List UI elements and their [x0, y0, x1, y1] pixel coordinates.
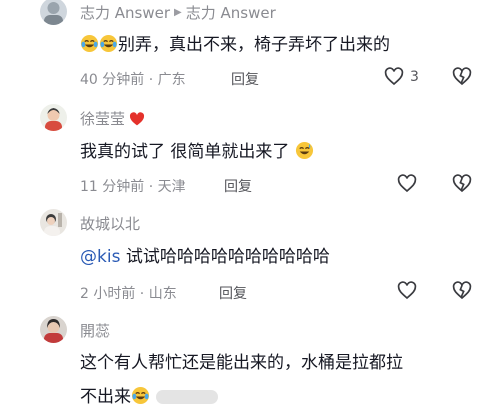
comment-text: @kis 试试哈哈哈哈哈哈哈哈哈哈 [80, 242, 330, 272]
user-mention[interactable]: @kis [80, 247, 120, 267]
comment-author[interactable]: 志力 Answer [80, 2, 170, 23]
comment-author-line: 故城以北 [80, 213, 140, 234]
like-count: 3 [410, 68, 419, 85]
comment-author[interactable]: 徐莹莹 [80, 108, 125, 129]
like-button[interactable] [397, 281, 417, 300]
red-heart-icon [129, 111, 145, 125]
comment-author[interactable]: 故城以北 [80, 213, 140, 234]
avatar[interactable] [40, 0, 67, 25]
comment-author-line: 開蕊 [80, 320, 110, 341]
blurred-watermark [156, 390, 218, 404]
comment-body: 试试哈哈哈哈哈哈哈哈哈哈 [120, 247, 330, 267]
comment-body-continued: 不出来 [80, 387, 131, 407]
meta-separator: · [144, 179, 158, 195]
dislike-button[interactable] [452, 174, 472, 197]
comment-author[interactable]: 開蕊 [80, 320, 110, 341]
avatar[interactable] [40, 209, 67, 236]
comment-body: 我真的试了 很简单就出来了 [80, 142, 290, 162]
reply-to-author[interactable]: 志力 Answer [186, 2, 276, 23]
reply-button[interactable]: 回复 [219, 283, 247, 303]
meta-separator: · [144, 72, 158, 88]
comment-text-line-1: 这个有人帮忙还是能出来的，水桶是拉都拉 [80, 348, 403, 378]
comment-time: 11 分钟前 [80, 179, 145, 195]
reply-button[interactable]: 回复 [231, 69, 259, 89]
crying-laughing-emoji [99, 34, 118, 53]
comment-meta: 11 分钟前 · 天津 [80, 176, 186, 196]
dislike-button[interactable] [452, 67, 472, 90]
heart-icon [397, 174, 417, 193]
dislike-heart-icon [452, 281, 472, 300]
dislike-heart-icon [452, 174, 472, 193]
crying-laughing-emoji [80, 34, 99, 53]
reply-button[interactable]: 回复 [224, 176, 252, 196]
comment-body: 别弄，真出不来，椅子弄坏了出来的 [118, 35, 390, 55]
reply-arrow-icon: ▶ [174, 7, 182, 18]
dislike-heart-icon [452, 67, 472, 86]
comment-location: 山东 [148, 286, 177, 302]
crying-laughing-emoji [131, 386, 150, 405]
comment-location: 天津 [157, 179, 186, 195]
avatar[interactable] [40, 104, 67, 131]
comment-text-line-2: 不出来 [80, 382, 218, 412]
comment-body: 这个有人帮忙还是能出来的，水桶是拉都拉 [80, 353, 403, 373]
comment-author-line: 志力 Answer ▶ 志力 Answer [80, 2, 276, 23]
avatar[interactable] [40, 316, 67, 343]
like-button[interactable]: 3 [384, 67, 419, 86]
comment-meta: 2 小时前 · 山东 [80, 283, 177, 303]
like-button[interactable] [397, 174, 417, 193]
comment-text: 别弄，真出不来，椅子弄坏了出来的 [80, 30, 390, 60]
heart-icon [397, 281, 417, 300]
comment-author-line: 徐莹莹 [80, 108, 145, 129]
comment-time: 40 分钟前 [80, 72, 145, 88]
comment-time: 2 小时前 [80, 286, 136, 302]
meta-separator: · [135, 286, 149, 302]
sweat-smile-emoji [295, 141, 313, 160]
comment-location: 广东 [157, 72, 186, 88]
comment-meta: 40 分钟前 · 广东 [80, 69, 186, 89]
dislike-button[interactable] [452, 281, 472, 304]
comment-text: 我真的试了 很简单就出来了 [80, 137, 314, 167]
heart-icon [384, 67, 404, 86]
